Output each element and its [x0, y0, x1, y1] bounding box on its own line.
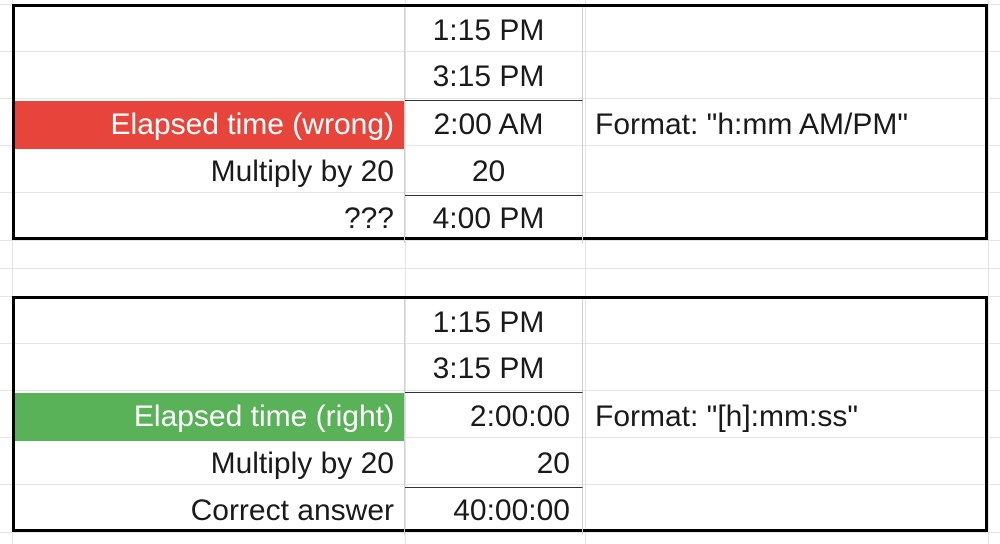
cell-label	[15, 7, 405, 54]
cell-note-format: Format: "h:mm AM/PM"	[583, 101, 985, 148]
cell-note	[583, 346, 985, 393]
cell-value: 3:15 PM	[405, 346, 583, 393]
cell-value: 40:00:00	[405, 488, 583, 535]
table-row: ??? 4:00 PM	[15, 196, 985, 243]
cell-value: 1:15 PM	[405, 299, 583, 346]
cell-value: 4:00 PM	[405, 196, 583, 243]
spreadsheet-view: 1:15 PM 3:15 PM Elapsed time (wrong) 2:0…	[0, 0, 1000, 544]
cell-label: Multiply by 20	[15, 441, 405, 488]
cell-value: 20	[405, 149, 583, 196]
cell-value: 1:15 PM	[405, 7, 583, 54]
cell-note	[583, 54, 985, 101]
table-row: 1:15 PM	[15, 299, 985, 346]
cell-label	[15, 299, 405, 346]
cell-note	[583, 149, 985, 196]
table-row: 3:15 PM	[15, 346, 985, 393]
table-row: Elapsed time (right) 2:00:00 Format: "[h…	[15, 393, 985, 440]
table-row: 1:15 PM	[15, 7, 985, 54]
cell-note	[583, 441, 985, 488]
cell-note-format: Format: "[h]:mm:ss"	[583, 393, 985, 440]
cell-note	[583, 196, 985, 243]
table-row: Multiply by 20 20	[15, 149, 985, 196]
cell-label	[15, 346, 405, 393]
cell-label: Multiply by 20	[15, 149, 405, 196]
table-row: Elapsed time (wrong) 2:00 AM Format: "h:…	[15, 101, 985, 148]
cell-note	[583, 7, 985, 54]
table-wrong: 1:15 PM 3:15 PM Elapsed time (wrong) 2:0…	[12, 4, 988, 240]
cell-label-elapsed-right: Elapsed time (right)	[15, 393, 405, 440]
cell-label	[15, 54, 405, 101]
cell-value: 2:00 AM	[405, 101, 583, 148]
table-row: Multiply by 20 20	[15, 441, 985, 488]
cell-value: 2:00:00	[405, 393, 583, 440]
table-row: Correct answer 40:00:00	[15, 488, 985, 535]
cell-label-result: ???	[15, 196, 405, 243]
cell-note	[583, 299, 985, 346]
cell-label-result: Correct answer	[15, 488, 405, 535]
table-right: 1:15 PM 3:15 PM Elapsed time (right) 2:0…	[12, 296, 988, 532]
cell-value: 3:15 PM	[405, 54, 583, 101]
table-row: 3:15 PM	[15, 54, 985, 101]
cell-value: 20	[405, 441, 583, 488]
cell-label-elapsed-wrong: Elapsed time (wrong)	[15, 101, 405, 148]
cell-note	[583, 488, 985, 535]
